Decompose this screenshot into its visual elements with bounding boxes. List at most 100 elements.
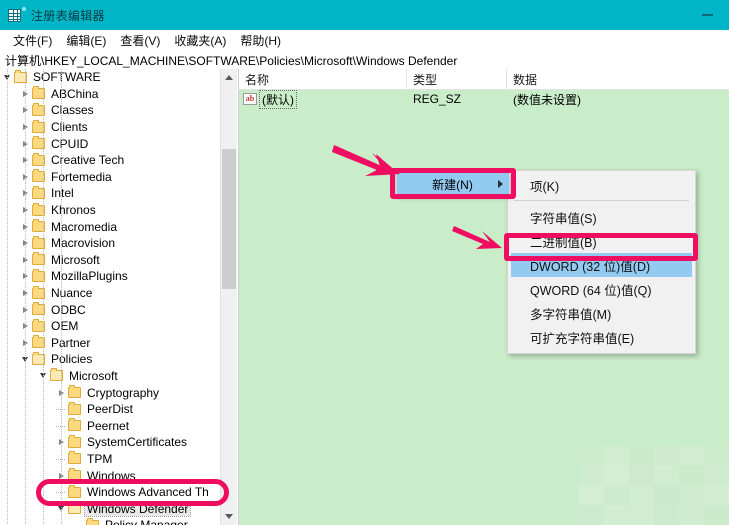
tree-connector <box>72 517 86 525</box>
tree-item[interactable]: Policy Manager <box>0 517 221 525</box>
tree-item[interactable]: TPM <box>0 451 221 468</box>
mosaic-block <box>679 445 704 465</box>
tree-item[interactable]: Policies <box>0 351 221 368</box>
mosaic-block <box>679 505 704 525</box>
submenu-separator <box>514 200 689 201</box>
mosaic-block <box>604 445 629 465</box>
submenu-arrow-icon <box>498 180 503 188</box>
tree-guide-line <box>43 69 44 525</box>
tree-item[interactable]: Windows Defender <box>0 500 221 517</box>
mosaic-block <box>679 485 704 505</box>
tree-item-label: Macrovision <box>49 236 117 250</box>
tree-guide-line <box>7 69 8 525</box>
tree-item[interactable]: Clients <box>0 119 221 136</box>
tree-item[interactable]: MozillaPlugins <box>0 268 221 285</box>
window-title: 注册表编辑器 <box>31 7 105 24</box>
menu-help[interactable]: 帮助(H) <box>233 30 288 51</box>
tree-item[interactable]: Classes <box>0 102 221 119</box>
tree-item-label: Khronos <box>49 203 98 217</box>
menu-bar: 文件(F) 编辑(E) 查看(V) 收藏夹(A) 帮助(H) <box>0 30 729 51</box>
tree-item[interactable]: Intel <box>0 185 221 202</box>
tree-item[interactable]: PeerDist <box>0 401 221 418</box>
menu-edit[interactable]: 编辑(E) <box>59 30 113 51</box>
address-bar[interactable]: 计算机\HKEY_LOCAL_MACHINE\SOFTWARE\Policies… <box>0 51 729 69</box>
tree-item[interactable]: Macromedia <box>0 218 221 235</box>
tree-item[interactable]: SOFTWARE <box>0 69 221 86</box>
tree-item[interactable]: Microsoft <box>0 252 221 269</box>
tree-item[interactable]: Khronos <box>0 202 221 219</box>
tree-item[interactable]: Peernet <box>0 417 221 434</box>
submenu-item-qword64[interactable]: QWORD (64 位)值(Q) <box>508 277 695 301</box>
column-header-type[interactable]: 类型 <box>407 69 507 89</box>
tree-item[interactable]: Macrovision <box>0 235 221 252</box>
mosaic-block <box>579 505 604 525</box>
tree-item[interactable]: Fortemedia <box>0 169 221 186</box>
scroll-up-button[interactable] <box>221 69 237 86</box>
tree-item-label: Windows Defender <box>85 502 190 516</box>
submenu-item-dword32[interactable]: DWORD (32 位)值(D) <box>511 253 692 277</box>
new-submenu: 项(K) 字符串值(S) 二进制值(B) DWORD (32 位)值(D) QW… <box>507 170 696 354</box>
tree-item-label: CPUID <box>49 137 90 151</box>
registry-tree-pane: SOFTWARE ABChinaClasses ClientsCPUIDCreati… <box>0 69 239 525</box>
registry-path: 计算机\HKEY_LOCAL_MACHINE\SOFTWARE\Policies… <box>5 52 457 69</box>
tree-item[interactable]: OEM <box>0 318 221 335</box>
submenu-item-key[interactable]: 项(K) <box>508 173 695 197</box>
tree-item[interactable]: SystemCertificates <box>0 434 221 451</box>
mosaic-block <box>654 445 679 465</box>
context-menu-item-new-label: 新建(N) <box>407 176 498 193</box>
value-type: REG_SZ <box>407 92 507 106</box>
mosaic-block <box>579 465 604 485</box>
tree-item-label: Windows <box>85 469 138 483</box>
menu-favorites[interactable]: 收藏夹(A) <box>167 30 233 51</box>
tree-item[interactable]: CPUID <box>0 135 221 152</box>
tree-item[interactable]: Nuance <box>0 285 221 302</box>
tree-item[interactable]: Cryptography <box>0 384 221 401</box>
tree-item[interactable]: ODBC <box>0 301 221 318</box>
tree-item-label: PeerDist <box>85 402 135 416</box>
registry-tree[interactable]: SOFTWARE ABChinaClasses ClientsCPUIDCreati… <box>0 69 221 525</box>
mosaic-block <box>604 485 629 505</box>
tree-item[interactable]: Partner <box>0 335 221 352</box>
tree-item[interactable]: ABChina <box>0 86 221 103</box>
submenu-item-binary[interactable]: 二进制值(B) <box>508 229 695 253</box>
submenu-item-expandable[interactable]: 可扩充字符串值(E) <box>508 325 695 349</box>
tree-item-label: SystemCertificates <box>85 435 189 449</box>
blurred-watermark <box>579 445 729 525</box>
tree-item-label: Macromedia <box>49 220 119 234</box>
column-header-name[interactable]: 名称 <box>239 69 407 89</box>
mosaic-block <box>629 465 654 485</box>
title-bar: 注册表编辑器 <box>0 0 729 30</box>
table-row[interactable]: ab(默认)REG_SZ(数值未设置) <box>239 90 729 108</box>
menu-view[interactable]: 查看(V) <box>113 30 167 51</box>
tree-item[interactable]: Windows <box>0 467 221 484</box>
folder-icon <box>86 520 99 525</box>
tree-item[interactable]: Windows Advanced Th <box>0 484 221 501</box>
scroll-down-button[interactable] <box>221 508 237 525</box>
tree-item-label: Peernet <box>85 419 131 433</box>
mosaic-block <box>704 485 729 505</box>
folder-icon <box>68 420 81 431</box>
column-header-data[interactable]: 数据 <box>507 69 729 89</box>
folder-icon <box>68 470 81 481</box>
submenu-item-multi-string[interactable]: 多字符串值(M) <box>508 301 695 325</box>
mosaic-block <box>704 465 729 485</box>
folder-icon <box>68 387 81 398</box>
mosaic-block <box>629 485 654 505</box>
tree-item[interactable]: Microsoft <box>0 368 221 385</box>
scrollbar-thumb[interactable] <box>222 149 236 289</box>
minimize-button[interactable] <box>685 0 729 30</box>
tree-item-label: Cryptography <box>85 386 161 400</box>
values-list: ab(默认)REG_SZ(数值未设置) <box>239 90 729 108</box>
menu-file[interactable]: 文件(F) <box>6 30 59 51</box>
tree-item-label: Windows Advanced Th <box>85 485 211 499</box>
window-controls <box>685 0 729 30</box>
submenu-item-string[interactable]: 字符串值(S) <box>508 205 695 229</box>
folder-icon <box>68 404 81 415</box>
tree-item-label: Classes <box>49 103 96 117</box>
tree-item[interactable]: Creative Tech <box>0 152 221 169</box>
tree-vertical-scrollbar[interactable] <box>220 69 237 525</box>
mosaic-block <box>654 465 679 485</box>
tree-item-label: SOFTWARE <box>31 70 103 84</box>
values-column-header: 名称 类型 数据 <box>239 69 729 90</box>
context-menu-item-new[interactable]: 新建(N) <box>397 173 509 195</box>
